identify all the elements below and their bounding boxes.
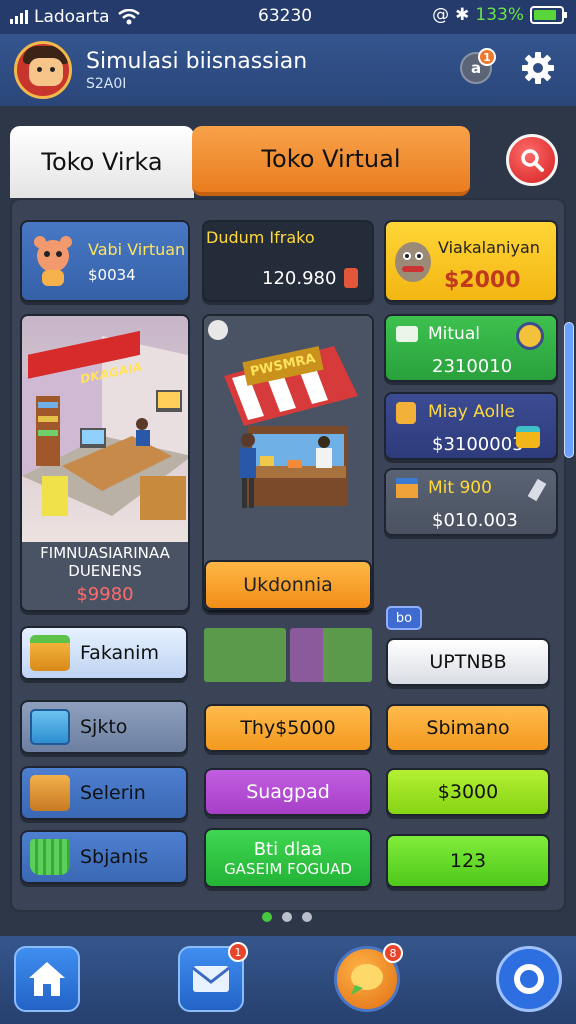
office-title-line1: FIMNUASIARINAA [40,544,170,562]
nav-chat-button[interactable]: 8 [334,943,403,1012]
clock: 63230 [258,6,313,26]
card-dudum-ifrako[interactable]: Dudum Ifrako 120.980 [202,220,374,302]
page-dot[interactable] [302,912,312,922]
alarm-icon: @ [432,5,450,25]
home-icon [29,962,65,996]
mail-badge: 1 [228,942,248,962]
card-value: 2310010 [432,356,513,377]
app-title: Simulasi biisnassian [86,48,308,74]
page-indicator [262,912,312,922]
nav-mail-button[interactable]: 1 [178,942,248,1012]
menu-item-label: Selerin [80,782,146,804]
stall-illustration [204,316,372,542]
search-icon [521,149,544,172]
tag-icon [396,402,416,424]
page-dot[interactable] [262,912,272,922]
package-icon [30,775,70,811]
card-viakalaniyan[interactable]: Viakalaniyan $2000 [384,220,558,302]
placeholder-slots [204,628,372,682]
business-office-card[interactable]: DKAGAIA FIMNUASIARINAA DUENENS $9980 [20,314,190,612]
card-value: $3100003 [432,434,524,455]
card-label: Miay Aolle [428,402,515,422]
notification-button[interactable]: a 1 [460,48,496,84]
small-tag: bo [386,606,422,630]
card-label: Viakalaniyan [438,238,540,257]
price-button[interactable]: Thy$5000 [204,704,372,752]
monster-icon [395,242,431,282]
gear-icon[interactable] [520,50,556,86]
menu-item-fakanim[interactable]: Fakanim [20,626,188,680]
card-value: $2000 [444,268,521,293]
bottom-nav: 1 8 [0,936,576,1024]
card-value: 120.980 [262,268,337,289]
tab-toko-virtual[interactable]: Toko Virtual [192,126,470,196]
buy-3000-button[interactable]: $3000 [386,768,550,816]
card-label: Dudum Ifrako [206,228,315,247]
carrier-label: Ladoarta [34,7,110,27]
circle-icon [514,964,544,994]
wifi-icon [117,9,140,25]
pencil-icon [527,478,547,502]
battery-percent: 133% [475,5,524,25]
office-illustration [22,316,188,542]
office-title-line2: DUENENS [68,562,142,580]
app-subtitle: S2A0I [86,75,127,92]
signal-icon [10,10,28,24]
menu-item-label: Fakanim [80,642,159,664]
bluetooth-icon: ✱ [455,5,470,25]
menu-item-label: Sjkto [80,716,128,738]
office-price: $9980 [76,584,134,605]
crate-icon [30,709,70,745]
card-label: Mitual [428,324,480,344]
card-vabi-virtuan[interactable]: Vabi Virtuan $0034 [20,220,190,302]
menu-item-label: Sbjanis [80,846,149,868]
battery-icon [530,6,567,24]
scrollbar[interactable] [564,322,574,458]
stall-action-button[interactable]: Ukdonnia [204,560,372,610]
card-label: Mit 900 [428,478,492,498]
card-mitual[interactable]: Mitual 2310010 [384,314,558,382]
pet-icon [34,236,72,286]
coin-stack-icon [344,268,358,288]
menu-item-sjkto[interactable]: Sjkto [20,700,188,754]
count-button[interactable]: 123 [386,834,550,888]
card-label: Vabi Virtuan [88,240,186,259]
card-mit-900[interactable]: Mit 900 $010.003 [384,468,558,536]
uptnbb-button[interactable]: UPTNBB [386,638,550,686]
slot-purple[interactable] [290,628,372,682]
card-value: $010.003 [432,510,518,531]
menu-item-selerin[interactable]: Selerin [20,766,188,820]
button-label: Bti dlaa [253,838,323,860]
menu-item-sbjanis[interactable]: Sbjanis [20,830,188,884]
slot-green[interactable] [204,628,286,682]
status-bar: Ladoarta 63230 @ ✱ 133% [0,0,576,34]
suagpad-button[interactable]: Suagpad [204,768,372,816]
cube-icon [396,478,418,498]
coin-icon [516,322,544,350]
chat-badge: 8 [383,943,403,963]
button-sublabel: GASEIM FOGUAD [224,859,352,878]
nav-more-button[interactable] [496,946,562,1012]
chat-icon [351,964,383,995]
bti-dlaa-button[interactable]: Bti dlaa GASEIM FOGUAD [204,828,372,888]
app-header: Simulasi biisnassian S2A0I a 1 [0,34,576,106]
search-button[interactable] [506,134,558,186]
box-icon [30,635,70,671]
tab-toko-virka[interactable]: Toko Virka [10,126,194,198]
nav-home-button[interactable] [14,946,80,1012]
page-dot[interactable] [282,912,292,922]
sbimano-button[interactable]: Sbimano [386,704,550,752]
mop-icon [516,426,540,448]
notification-count: 1 [478,48,496,66]
card-value: $0034 [88,266,136,284]
image-icon [396,326,418,342]
mascot-avatar[interactable] [14,41,72,99]
basket-icon [30,839,70,875]
mail-icon [192,966,230,992]
card-miay-aolle[interactable]: Miay Aolle $3100003 [384,392,558,460]
